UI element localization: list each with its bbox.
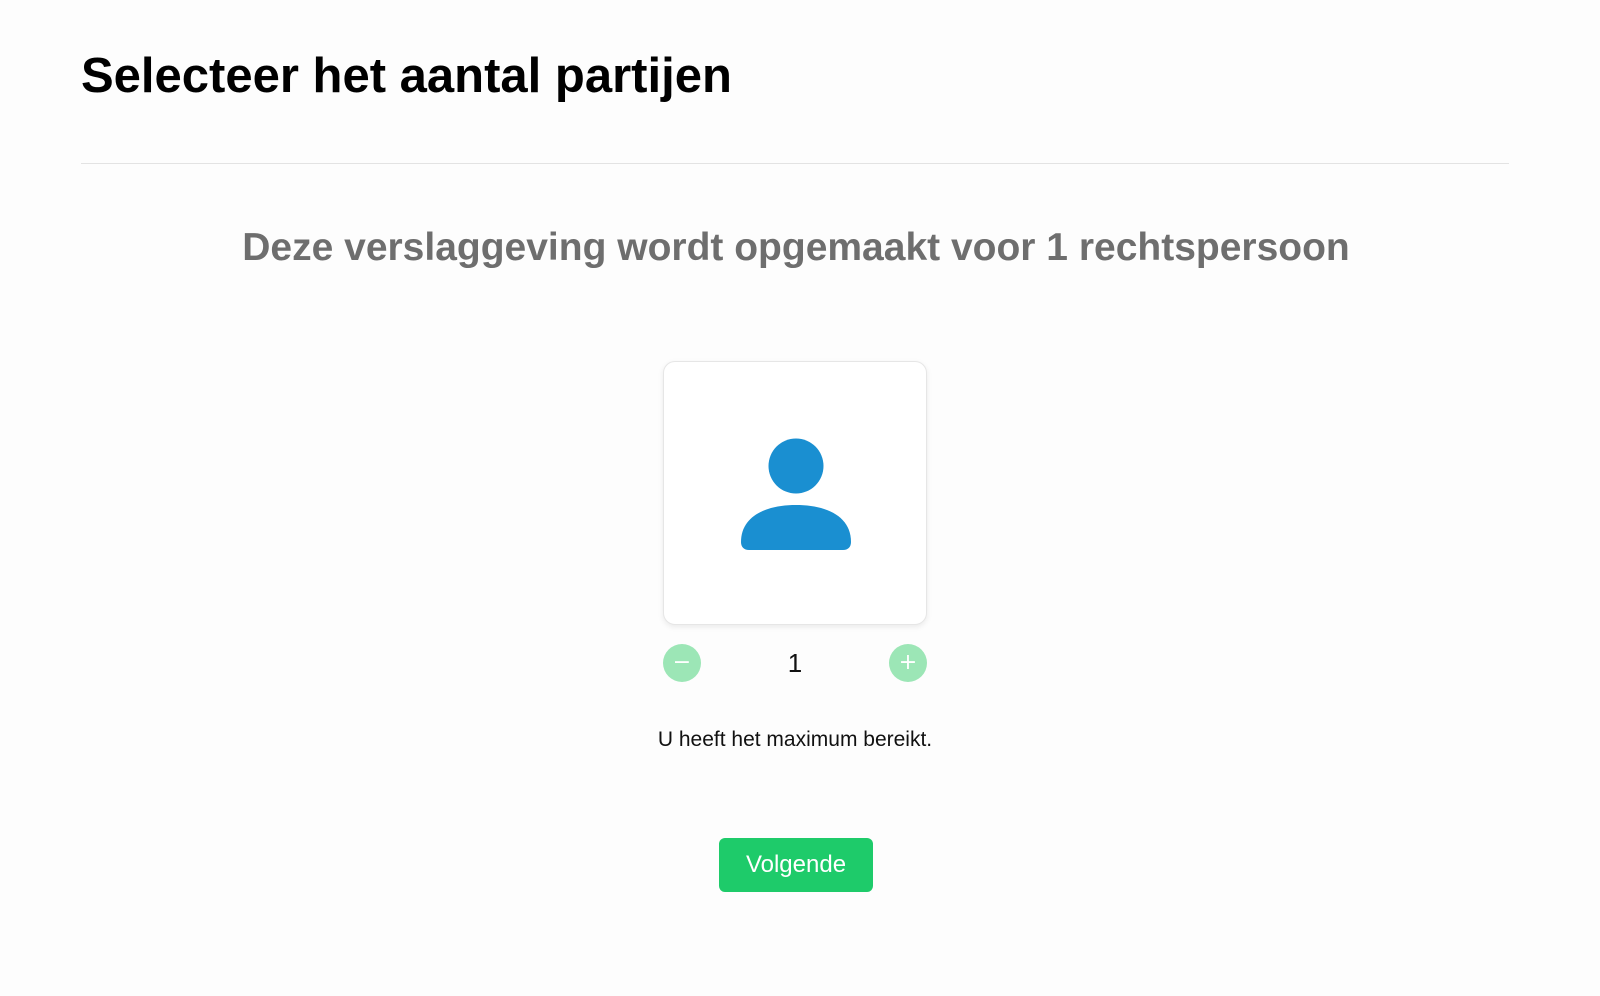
increment-button[interactable]: + — [889, 644, 927, 682]
decrement-button[interactable]: − — [663, 644, 701, 682]
page-title: Selecteer het aantal partijen — [81, 49, 732, 103]
header-divider — [81, 163, 1509, 164]
next-button[interactable]: Volgende — [719, 838, 873, 892]
max-reached-message: U heeft het maximum bereikt. — [657, 728, 933, 751]
person-icon — [741, 438, 851, 550]
page-subtitle: Deze verslaggeving wordt opgemaakt voor … — [242, 226, 1350, 269]
minus-icon: − — [672, 650, 692, 675]
party-card[interactable] — [663, 361, 927, 625]
party-count-value: 1 — [787, 648, 803, 678]
plus-icon: + — [898, 650, 918, 675]
